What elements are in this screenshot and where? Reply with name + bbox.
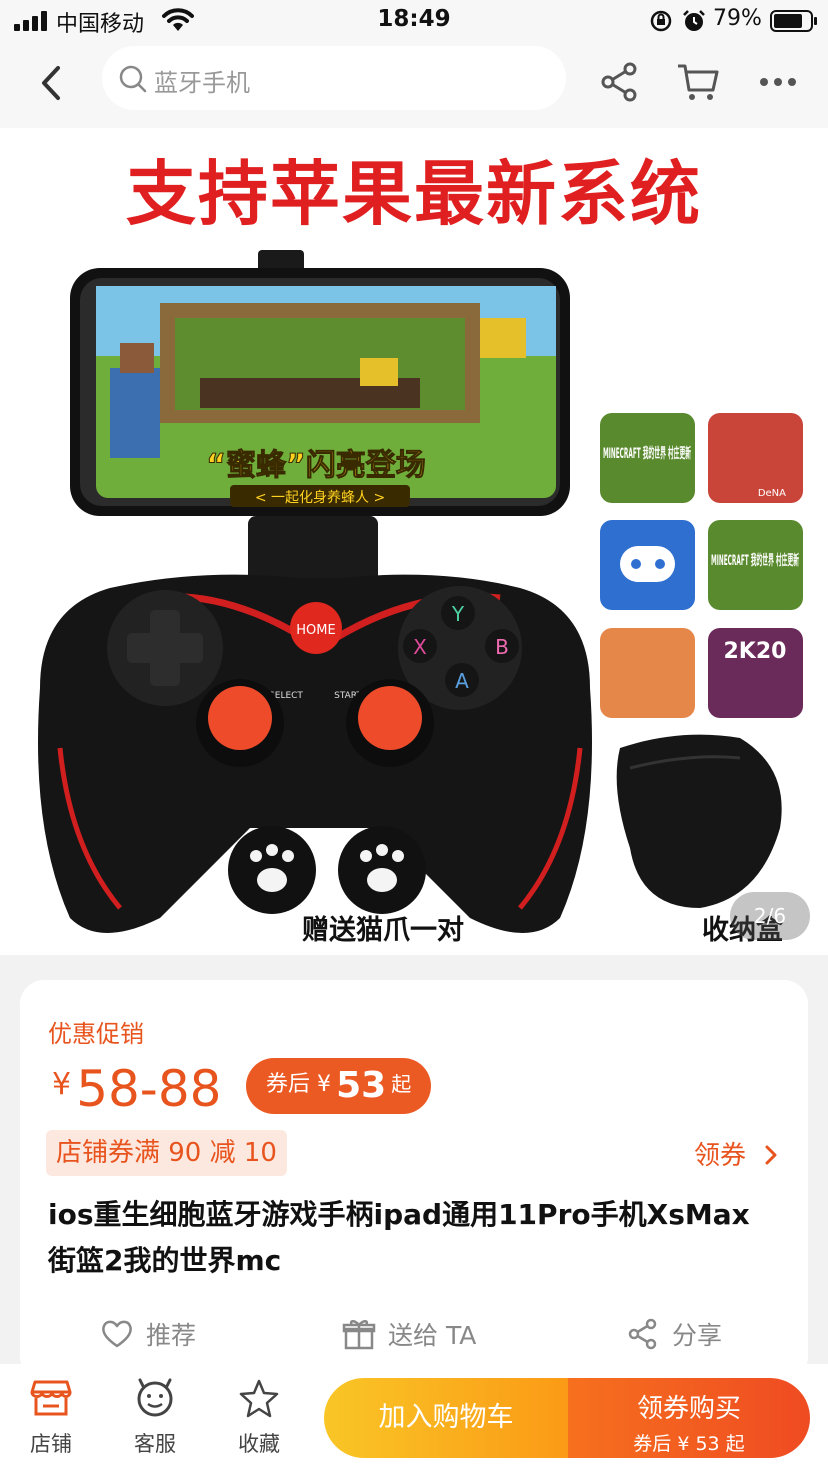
banner-text: 支持苹果最新系统 bbox=[126, 153, 702, 235]
store-label: 店铺 bbox=[30, 1432, 72, 1456]
phone-screen-title: “蜜蜂”闪亮登场 bbox=[206, 448, 425, 483]
game-icon-slamdunk bbox=[708, 413, 803, 503]
search-input[interactable]: 蓝牙手机 bbox=[102, 46, 566, 110]
heart-icon bbox=[102, 1320, 132, 1348]
product-title: ios重生细胞蓝牙游戏手柄ipad通用11Pro手机XsMax街篮2我的世界mc bbox=[48, 1198, 750, 1277]
cart-icon[interactable] bbox=[676, 60, 720, 104]
nav-bar: 蓝牙手机 bbox=[0, 42, 828, 128]
product-info-card: 优惠促销 ¥ 58-88 券后 ¥ 53 起 店铺券满 90 减 10 领券 i… bbox=[20, 980, 808, 1380]
status-bar: 中国移动 18:49 79% bbox=[0, 0, 828, 42]
recommend-label: 推荐 bbox=[146, 1321, 197, 1350]
coupon-price-badge: 券后 ¥ 53 起 bbox=[246, 1058, 432, 1114]
carrier-name: 中国移动 bbox=[56, 12, 145, 37]
phone-screen-subtitle: < 一起化身养蜂人 > bbox=[255, 490, 385, 506]
button-b-label: B bbox=[495, 635, 509, 659]
add-to-cart-button[interactable]: 加入购物车 bbox=[324, 1378, 568, 1458]
button-x-label: X bbox=[413, 635, 427, 659]
caption-paw: 赠送猫爪一对 bbox=[302, 915, 464, 946]
coupon-price-suffix: 起 bbox=[391, 1072, 412, 1096]
orientation-lock-icon bbox=[650, 10, 672, 32]
coupon-buy-button[interactable]: 领券购买 券后 ¥ 53 起 bbox=[568, 1378, 810, 1458]
store-coupon-badge: 店铺券满 90 减 10 bbox=[46, 1130, 287, 1176]
gift-icon bbox=[342, 1320, 376, 1350]
controller-home-label: HOME bbox=[296, 623, 335, 638]
purchase-buttons: 加入购物车 领券购买 券后 ¥ 53 起 bbox=[324, 1378, 810, 1458]
battery-icon bbox=[770, 10, 817, 32]
gift-label: 送给 TA bbox=[388, 1321, 477, 1350]
currency-symbol: ¥ bbox=[52, 1067, 72, 1102]
store-tab[interactable]: 店铺 bbox=[16, 1378, 86, 1458]
buy-label: 领券购买 bbox=[636, 1394, 741, 1424]
alarm-icon bbox=[683, 10, 705, 31]
game-icon-label-4: 2K20 bbox=[724, 639, 787, 664]
game-icon-label-2: DeNA bbox=[758, 488, 786, 499]
wifi-icon bbox=[162, 8, 194, 31]
share-button[interactable]: 分享 bbox=[626, 1316, 722, 1352]
action-row: 推荐 送给 TA 分享 bbox=[20, 1306, 808, 1356]
game-icon-label-1: MINECRAFT 我的世界 村庄更新 bbox=[603, 445, 691, 462]
recommend-button[interactable]: 推荐 bbox=[100, 1316, 196, 1352]
button-y-label: Y bbox=[451, 602, 465, 626]
search-placeholder: 蓝牙手机 bbox=[154, 69, 250, 97]
game-icon-sky bbox=[600, 628, 695, 718]
share-label: 分享 bbox=[672, 1321, 723, 1350]
buy-sublabel: 券后 ¥ 53 起 bbox=[633, 1433, 745, 1455]
store-icon bbox=[30, 1380, 72, 1416]
promo-label: 优惠促销 bbox=[48, 1020, 144, 1048]
chevron-right-icon bbox=[765, 1145, 777, 1165]
game-icon-label-3: MINECRAFT 我的世界 村庄更新 bbox=[711, 552, 799, 569]
customer-service-icon bbox=[137, 1378, 173, 1417]
favorite-tab[interactable]: 收藏 bbox=[224, 1378, 294, 1458]
product-image-gallery[interactable]: “蜜蜂”闪亮登场 < 一起化身养蜂人 > HOME Y X B A SELECT… bbox=[0, 128, 828, 955]
back-icon[interactable] bbox=[32, 62, 70, 104]
get-coupon-label: 领券 bbox=[694, 1141, 747, 1171]
price-range-value: 58-88 bbox=[76, 1060, 222, 1118]
get-coupon-link[interactable]: 领券 bbox=[694, 1135, 780, 1172]
share-icon[interactable] bbox=[598, 60, 642, 104]
service-label: 客服 bbox=[134, 1432, 176, 1456]
image-counter: 2/6 bbox=[730, 892, 810, 940]
button-a-label: A bbox=[455, 669, 469, 693]
star-icon bbox=[239, 1379, 279, 1418]
gift-button[interactable]: 送给 TA bbox=[342, 1316, 476, 1352]
service-tab[interactable]: 客服 bbox=[120, 1378, 190, 1458]
coupon-price-value: 53 bbox=[336, 1065, 387, 1106]
bottom-bar: 店铺 客服 收藏 加入购物车 领券购买 券后 ¥ 53 起 bbox=[0, 1364, 828, 1472]
more-icon[interactable] bbox=[756, 60, 800, 104]
price-range: ¥ 58-88 bbox=[52, 1060, 221, 1118]
battery-percent: 79% bbox=[713, 6, 762, 31]
product-photo: “蜜蜂”闪亮登场 < 一起化身养蜂人 > HOME Y X B A SELECT… bbox=[38, 250, 803, 933]
search-icon bbox=[119, 65, 147, 93]
signal-icon bbox=[14, 11, 47, 31]
coupon-price-prefix: 券后 ¥ bbox=[266, 1072, 331, 1097]
share-icon bbox=[628, 1318, 657, 1350]
favorite-label: 收藏 bbox=[238, 1432, 280, 1456]
